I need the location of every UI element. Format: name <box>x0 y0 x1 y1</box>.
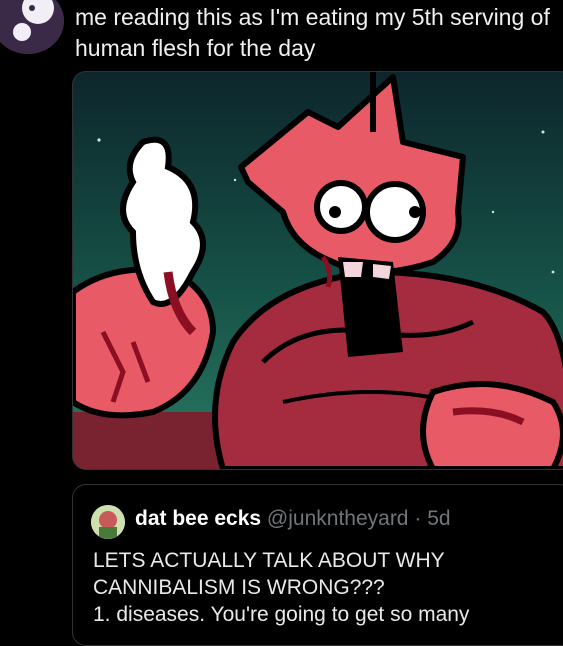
quoted-text-line: CANNIBALISM IS WRONG??? <box>93 576 385 599</box>
quoted-tweet[interactable]: dat bee ecks @junkntheyard · 5d LETS ACT… <box>72 484 563 646</box>
quoted-author-name[interactable]: dat bee ecks <box>135 507 261 530</box>
quoted-author-handle: @junkntheyard <box>266 507 409 530</box>
tweet-text: me reading this as I'm eating my 5th ser… <box>75 2 555 64</box>
quoted-tweet-time[interactable]: 5d <box>427 507 450 530</box>
quoted-text-line: LETS ACTUALLY TALK ABOUT WHY <box>93 549 445 572</box>
separator-dot: · <box>414 507 422 530</box>
author-avatar[interactable] <box>0 0 64 54</box>
tweet-text-line: human flesh for the day <box>75 35 316 61</box>
quoted-tweet-text: LETS ACTUALLY TALK ABOUT WHY CANNIBALISM… <box>93 547 563 628</box>
quoted-author-avatar[interactable] <box>91 505 125 539</box>
tweet-media-image[interactable] <box>72 71 563 470</box>
quoted-tweet-header: dat bee ecks @junkntheyard · 5d <box>135 507 451 531</box>
tweet-text-line: me reading this as I'm eating my 5th ser… <box>75 4 550 30</box>
